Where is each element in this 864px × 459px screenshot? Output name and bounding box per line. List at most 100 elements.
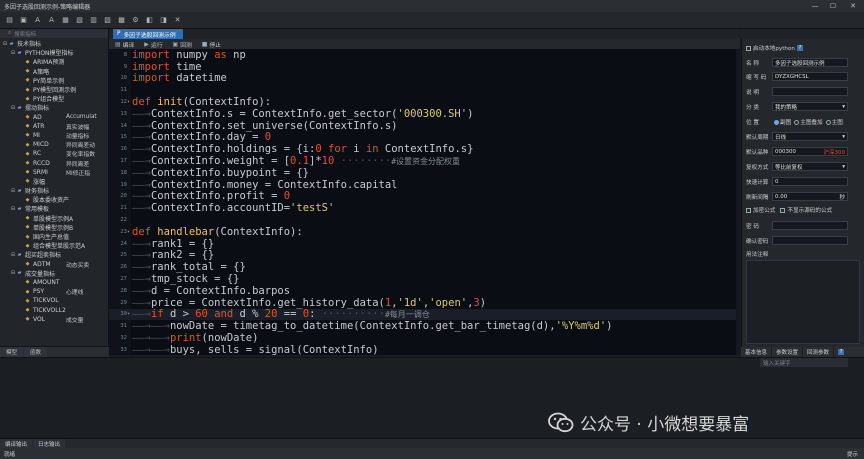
code-line[interactable]: 22 (109, 214, 740, 226)
new-icon[interactable]: ▤ (4, 15, 15, 26)
tree-item[interactable]: ◆ RCCD 异同离差 (0, 158, 108, 168)
settings-icon[interactable]: ⚙ (130, 15, 141, 26)
tree-item[interactable]: ◆ PY模型回测示例 (0, 85, 108, 95)
code-line[interactable]: 13 ——→ContextInfo.s = ContextInfo.get_sec… (109, 108, 740, 120)
tab-model[interactable]: 模型 (0, 347, 24, 357)
code-line[interactable]: 27 ——→tmp_stock = {} (109, 273, 740, 285)
tree-item[interactable]: ◆ ATR 真实波幅 (0, 122, 108, 131)
help-icon[interactable]: ? (796, 45, 803, 51)
fast-calc-field[interactable]: 0 (772, 177, 848, 186)
code-line[interactable]: 28 ——→d = ContextInfo.barpos (109, 285, 740, 297)
backtest-button[interactable]: ▣ 回测 (173, 40, 192, 49)
notes-textarea[interactable] (746, 260, 860, 344)
code-line[interactable]: 16 ——→ContextInfo.holdings = {i:0 for i i… (109, 143, 740, 155)
code-line[interactable]: 20 ——→ContextInfo.profit = 0 (109, 190, 740, 202)
tab-basic-info[interactable]: 基本信息 (741, 347, 773, 357)
indicator-search-input[interactable]: ⌕ 搜索指标 (0, 29, 108, 38)
tree-folder[interactable]: ⊟ ▰ 财务指标 (0, 186, 108, 196)
code-line[interactable]: 32 ——→——→print(nowDate) (109, 332, 740, 344)
code-line[interactable]: 14 ——→ContextInfo.set_universe(ContextInf… (109, 120, 740, 132)
code-line[interactable]: 33 ——→——→buys, sells = signal(ContextInfo… (109, 344, 740, 355)
code-line[interactable]: 29 ——→price = ContextInfo.get_history_dat… (109, 297, 740, 309)
category-select[interactable]: 我的策略 ▾ (772, 102, 848, 111)
tree-item[interactable]: ◆ 涨幅 (0, 177, 108, 186)
tree-item[interactable]: ◆ SRMI MI修正指 (0, 168, 108, 177)
code-line[interactable]: 11 (109, 84, 740, 96)
tree-item[interactable]: ◆ PY简单示例 (0, 76, 108, 85)
tab-compile-output[interactable]: 编译输出 (0, 438, 33, 449)
minimize-icon[interactable]: — (808, 0, 822, 12)
code-line[interactable]: 31 ——→——→nowDate = timetag_to_datetime(Co… (109, 320, 740, 332)
editor-scrollbar[interactable] (736, 49, 740, 355)
code-line[interactable]: 30 ▾ ——→if d > 60 and d % 20 == 0: ·······… (109, 308, 740, 320)
import-icon[interactable]: ▨ (102, 15, 113, 26)
exit-icon[interactable]: ✕ (172, 15, 183, 26)
info-icon[interactable]: ◧ (144, 15, 155, 26)
code-line[interactable]: 10 import datetime (109, 72, 740, 84)
tree-item[interactable]: ◆ AMOUNT (0, 278, 108, 287)
tab-backtest-params[interactable]: 回测参数 (803, 347, 835, 357)
tree-item[interactable]: ◆ TICKVOL (0, 296, 108, 305)
abbr-field[interactable]: DYZXGHCSL (772, 72, 848, 81)
tree-item[interactable]: ◆ 国内生产总值 (0, 232, 108, 242)
tree-folder[interactable]: ⊟ ▰ 技术指标 (0, 39, 108, 49)
tree-folder[interactable]: ⊟ ▰ 摆动指标 (0, 103, 108, 113)
code-line[interactable]: 17 ——→ContextInfo.weight = [0.1]*10 ·····… (109, 155, 740, 167)
code-line[interactable]: 19 ——→ContextInfo.money = ContextInfo.cap… (109, 179, 740, 191)
save-icon[interactable]: ▦ (60, 15, 71, 26)
code-line[interactable]: 26 ——→rank_total = {} (109, 261, 740, 273)
fold-toggle-icon[interactable]: ▾ (127, 99, 130, 105)
code-line[interactable]: 24 ——→rank1 = {} (109, 238, 740, 250)
refresh-field[interactable]: 0.00 秒 (772, 192, 848, 201)
tree-folder[interactable]: ⊟ ▰ 成交量指标 (0, 269, 108, 278)
rights-select[interactable]: 等比前复权 ▾ (772, 162, 848, 171)
tab-strategy-doc[interactable]: P 多因子选股回测示例 (113, 29, 183, 39)
radio-subchart[interactable] (774, 119, 779, 125)
code-line[interactable]: 9 import time (109, 61, 740, 73)
enable-python-checkbox[interactable] (746, 45, 751, 51)
code-line[interactable]: 8 import numpy as np (109, 49, 740, 61)
fold-toggle-icon[interactable]: ▾ (127, 229, 130, 235)
tree-item[interactable]: ◆ 股本委收资产 (0, 195, 108, 205)
tree-item[interactable]: ◆ 单股模型示例B (0, 223, 108, 232)
output-search-input[interactable]: 输入关键字 (760, 358, 848, 367)
help-icon[interactable]: ◨ (158, 15, 169, 26)
tree-folder[interactable]: ⊟ ▰ 超买超卖指标 (0, 250, 108, 260)
code-line[interactable]: 25 ——→rank2 = {} (109, 249, 740, 261)
run-button[interactable]: ▶ 运行 (144, 40, 162, 49)
tree-item[interactable]: ◆ AD Accumulat (0, 113, 108, 122)
font-increase-icon[interactable]: A (32, 15, 43, 26)
help-icon[interactable]: ? (838, 349, 845, 355)
code-editor[interactable]: 8 import numpy as np 9 import time 10 import … (109, 49, 740, 355)
code-line[interactable]: 12 ▾ def init(ContextInfo): (109, 96, 740, 108)
export-icon[interactable]: ▥ (88, 15, 99, 26)
tree-item[interactable]: ◆ PSY 心理线 (0, 287, 108, 296)
tree-item[interactable]: ◆ 单股模型示例A (0, 214, 108, 223)
period-select[interactable]: 日线 ▾ (772, 132, 848, 141)
fold-toggle-icon[interactable]: ▾ (127, 311, 130, 317)
desc-field[interactable] (772, 87, 848, 96)
encrypt-checkbox[interactable] (746, 207, 751, 213)
password-field[interactable] (772, 221, 848, 230)
name-field[interactable]: 多因子选股回测示例 (772, 58, 848, 67)
open-icon[interactable]: ▣ (18, 15, 29, 26)
tab-param-settings[interactable]: 参数设置 (772, 347, 804, 357)
code-line[interactable]: 23 ▾ def handlebar(ContextInfo): (109, 226, 740, 238)
enable-python-row[interactable]: 启动本地python ? (746, 43, 861, 53)
tree-item[interactable]: ◆ VOL 成交量 (0, 315, 108, 324)
stop-button[interactable]: ■ 停止 (202, 40, 221, 49)
radio-main-overlay[interactable] (794, 119, 800, 125)
tree-item[interactable]: ◆ RC 变化率指数 (0, 149, 108, 158)
tree-folder[interactable]: ⊟ ▰ 常用模板 (0, 204, 108, 214)
compile-button[interactable]: ▤ 编译 (115, 40, 134, 49)
tree-folder[interactable]: ⊟ ▰ PYTHON模型指标 (0, 48, 108, 58)
save-as-icon[interactable]: ▧ (74, 15, 85, 26)
confirm-password-field[interactable] (772, 236, 848, 245)
close-window-icon[interactable]: ✕ (846, 0, 860, 12)
radio-main[interactable] (825, 119, 831, 125)
code-line[interactable]: 18 ——→ContextInfo.buypoint = {} (109, 167, 740, 179)
symbol-field[interactable]: 000300 沪深300 (772, 147, 848, 156)
tree-item[interactable]: ◆ A策略 (0, 67, 108, 76)
tab-functions[interactable]: 函数 (24, 347, 48, 357)
tree-item[interactable]: ◆ TICKVOLL2 (0, 305, 108, 314)
